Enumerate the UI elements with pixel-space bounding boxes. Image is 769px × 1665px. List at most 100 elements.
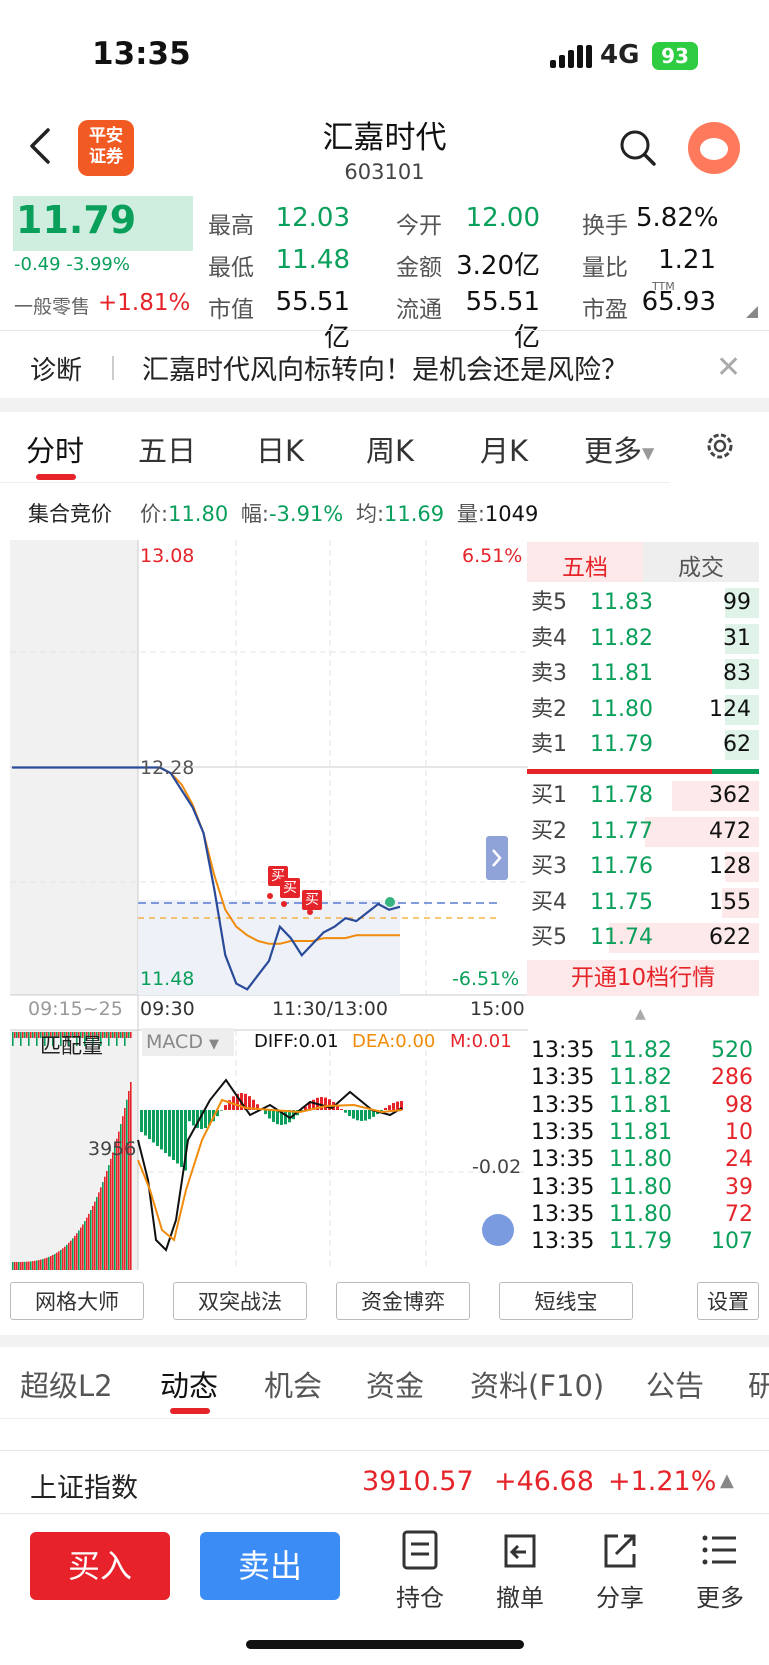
macd-bar [172,1110,175,1160]
ask-row[interactable]: 卖5 11.83 99 [527,584,759,622]
tab-announcement[interactable]: 公告 [646,1363,704,1405]
sell-button[interactable]: 卖出 [200,1532,340,1600]
bid-row[interactable]: 买3 11.76 128 [527,848,759,886]
caret-up-icon[interactable]: ▲ [720,1470,734,1491]
caret-down-icon: ▼ [642,443,655,463]
search-icon[interactable] [618,128,658,168]
tab-five-day[interactable]: 五日 [138,428,196,470]
ask-row[interactable]: 卖2 11.80 124 [527,691,759,729]
share-icon[interactable] [598,1528,642,1572]
tab-funds[interactable]: 资金 [366,1363,424,1405]
macd-bar [180,1110,183,1167]
cancel-order-label[interactable]: 撤单 [480,1578,560,1613]
match-volume-bar [112,1032,114,1038]
trade-volume: 72 [725,1201,753,1227]
match-volume-bar [16,1261,18,1270]
share-label[interactable]: 分享 [580,1578,660,1613]
collapse-icon[interactable]: ▲ [635,1006,646,1022]
intraday-chart[interactable] [10,540,528,1270]
indicator-selector[interactable]: MACD ▼ [142,1028,234,1056]
match-volume-bar [36,1032,38,1046]
tab-research[interactable]: 研 [748,1363,769,1405]
macd-bar [396,1101,399,1110]
trade-volume: 24 [725,1147,753,1173]
holdings-label[interactable]: 持仓 [380,1578,460,1613]
buy-marker[interactable]: 买 [280,878,300,898]
tab-weekly-k[interactable]: 周K [366,428,414,470]
fund-game-button[interactable]: 资金博弈 [336,1282,470,1320]
tab-order-book-label: 五档 [562,555,608,581]
macd-bar [344,1110,347,1113]
tab-super-l2[interactable]: 超级L2 [20,1363,113,1405]
sector-change[interactable]: +1.81% [98,290,190,316]
corner-expand-icon[interactable] [746,306,758,318]
tab-daily-k[interactable]: 日K [256,428,304,470]
match-volume-bar [28,1261,30,1270]
y-axis-mid: 12.28 [140,757,195,779]
match-volume-bar [86,1217,88,1270]
expand-panel-handle[interactable] [486,836,508,880]
index-change: +46.68 [494,1466,594,1497]
bid-row[interactable]: 买2 11.77 472 [527,813,759,851]
match-volume-bar [112,1152,114,1270]
match-volume-bar [110,1158,112,1270]
upgrade-level10-button[interactable]: 开通10档行情 [527,960,759,996]
status-time: 13:35 [92,36,191,72]
trade-volume: 10 [725,1119,753,1145]
ask-row[interactable]: 卖1 11.79 62 [527,726,759,764]
settings-button[interactable]: 设置 [697,1282,759,1320]
match-volume-bar [20,1032,22,1046]
macd-axis-low: -0.02 [472,1156,522,1178]
match-volume-bar [92,1205,94,1270]
auction-vol: 1049 [484,502,539,526]
buy-button[interactable]: 买入 [30,1532,170,1600]
match-volume-bar [104,1176,106,1270]
index-value: 3910.57 [362,1466,474,1497]
match-volume-bar [108,1165,110,1270]
sector-label[interactable]: 一般零售 [14,292,90,319]
trade-row: 13:35 11.80 39 [527,1173,759,1202]
close-icon[interactable]: ✕ [716,350,741,385]
bid-row[interactable]: 买1 11.78 362 [527,777,759,815]
auction-label: 集合竞价 [28,502,112,526]
ask-row[interactable]: 卖4 11.82 31 [527,620,759,658]
tab-news[interactable]: 动态 [160,1363,218,1405]
match-volume-bar [54,1253,56,1270]
match-volume-bar [120,1032,122,1038]
tab-opportunity[interactable]: 机会 [264,1363,322,1405]
match-volume-label: 匹配量 [40,1034,103,1058]
trade-price: 11.82 [609,1038,672,1063]
fullscreen-icon[interactable] [482,1214,514,1246]
auction-vol-label: 量: [456,502,485,526]
match-volume-bar [50,1255,52,1270]
short-term-button[interactable]: 短线宝 [499,1282,633,1320]
buy-marker[interactable]: 买 [302,890,322,910]
tab-more[interactable]: 更多▼ [584,428,654,470]
cancel-order-icon[interactable] [498,1528,542,1572]
match-volume-bar [74,1235,76,1270]
match-volume-bar [124,1108,126,1270]
match-volume-bar [80,1227,82,1270]
bid-row[interactable]: 买5 11.74 622 [527,919,759,957]
match-volume-bar [22,1261,24,1270]
ask-row[interactable]: 卖3 11.81 83 [527,655,759,693]
more-menu-icon[interactable] [698,1528,742,1572]
dual-break-button[interactable]: 双突战法 [173,1282,307,1320]
holdings-icon[interactable] [398,1528,442,1572]
diagnosis-text[interactable]: 汇嘉时代风向标转向！是机会还是风险？ [142,348,628,387]
level-volume: 128 [709,854,751,879]
macd-histogram [140,1093,403,1171]
x-axis-start: 09:30 [140,998,195,1020]
more-label[interactable]: 更多 [680,1578,760,1613]
tab-f10[interactable]: 资料(F10) [470,1363,604,1405]
tab-monthly-k[interactable]: 月K [480,428,528,470]
gear-icon[interactable] [702,428,738,464]
caret-down-icon: ▼ [208,1037,219,1052]
avatar[interactable] [688,122,740,174]
bid-row[interactable]: 买4 11.75 155 [527,884,759,922]
last-price: 11.79 [16,198,137,242]
match-volume-bar [130,1032,132,1038]
grid-master-button[interactable]: 网格大师 [10,1282,144,1320]
tab-intraday[interactable]: 分时 [26,428,84,470]
match-volume-bar [42,1259,44,1270]
